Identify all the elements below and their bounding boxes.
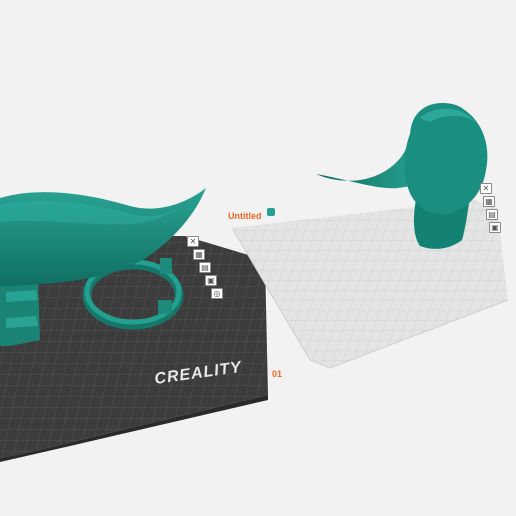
plate-1-number-label: 01: [272, 369, 283, 379]
edit-name-icon[interactable]: [267, 208, 275, 216]
close-icon[interactable]: ✕: [480, 183, 492, 194]
build-plate-2[interactable]: [231, 200, 509, 369]
plate-2-name-label[interactable]: Untitled: [228, 211, 262, 221]
layout-icon[interactable]: ▤: [199, 262, 211, 273]
arrange-icon[interactable]: ▦: [483, 196, 495, 207]
3d-viewport[interactable]: [0, 0, 516, 516]
settings-icon[interactable]: ◎: [211, 288, 223, 299]
lock-icon[interactable]: ▣: [205, 275, 217, 286]
layout-icon[interactable]: ▤: [486, 209, 498, 220]
base-model[interactable]: [0, 278, 40, 346]
arrange-icon[interactable]: ▦: [193, 249, 205, 260]
close-icon[interactable]: ✕: [187, 236, 199, 247]
lock-icon[interactable]: ▣: [489, 222, 501, 233]
